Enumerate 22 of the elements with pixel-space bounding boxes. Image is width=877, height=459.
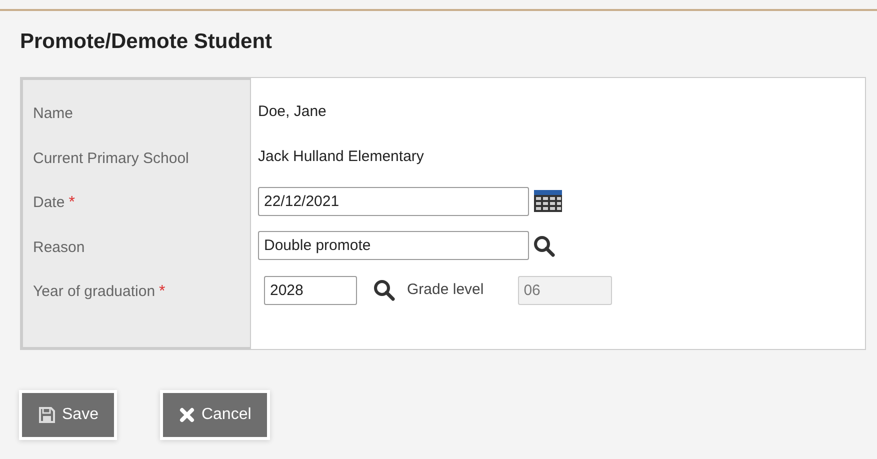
field-label: Reason [33,238,85,258]
page-title: Promote/Demote Student [20,29,274,54]
required-mark: * [68,193,75,214]
calendar-icon[interactable] [533,189,563,214]
close-icon [179,407,196,424]
field-value: Doe, Jane [258,102,326,122]
field-label: Grade level [407,280,484,300]
save-button[interactable]: Save [22,393,114,438]
search-icon[interactable] [373,279,395,302]
field-label: Name [33,104,74,124]
field-label: Date [33,193,65,214]
search-icon[interactable] [533,234,555,257]
floppy-icon [38,406,56,424]
date-field[interactable]: 22/12/2021 [258,186,529,216]
year-field[interactable]: 2028 [264,276,357,305]
cancel-button[interactable]: Cancel [163,393,268,438]
reason-field[interactable]: Double promote [258,231,529,260]
required-mark: * [159,282,166,302]
field-label: Current Primary School [33,148,189,169]
field-value: Jack Hulland Elementary [258,146,424,167]
field-label: Year of graduation [33,282,156,302]
grade-level-field: 06 [518,276,612,305]
